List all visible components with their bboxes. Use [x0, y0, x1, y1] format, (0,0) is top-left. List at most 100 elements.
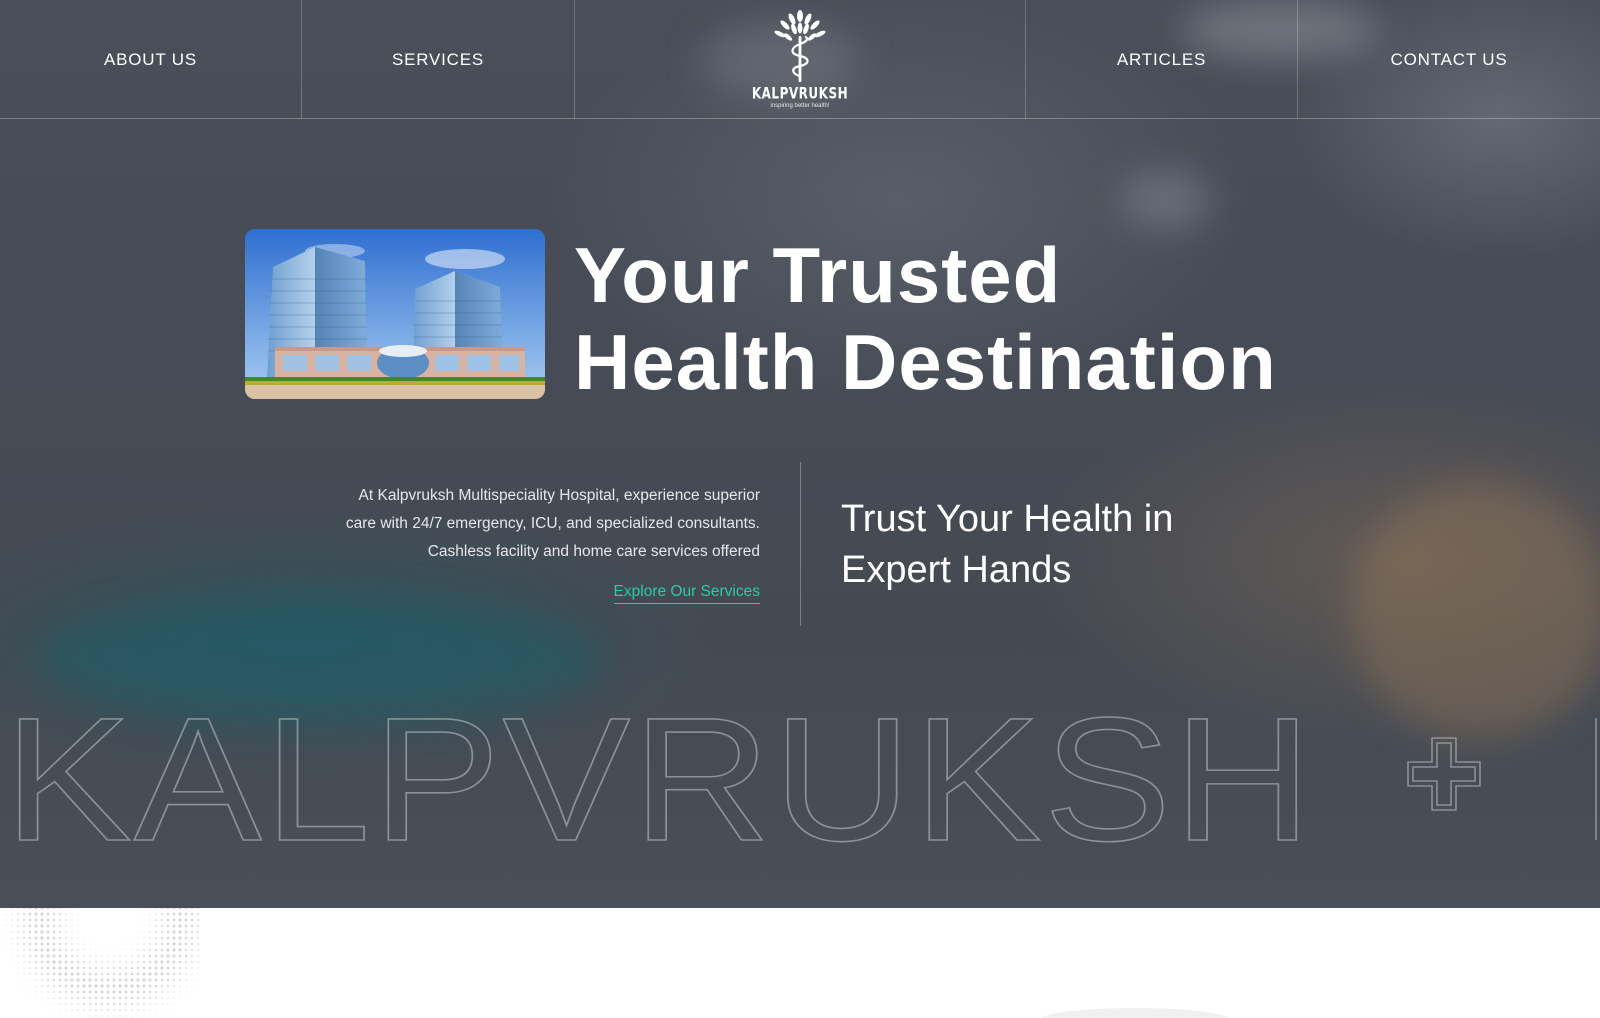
decorative-dot	[118, 972, 122, 976]
decorative-dot	[47, 985, 49, 987]
decorative-dot	[185, 985, 187, 987]
decorative-dot	[29, 973, 31, 975]
decorative-dot	[58, 954, 62, 958]
decorative-dot	[52, 918, 56, 922]
decorative-dot	[64, 966, 68, 970]
decorative-dot	[23, 937, 25, 939]
decorative-dot	[154, 948, 158, 952]
decorative-dot	[23, 961, 25, 963]
decorative-dot	[148, 960, 152, 964]
decorative-dot	[83, 949, 85, 951]
decorative-dot	[59, 925, 61, 927]
decorative-dot	[143, 949, 145, 951]
decorative-dot	[59, 991, 61, 993]
decorative-dot	[178, 936, 182, 940]
decorative-dot	[52, 924, 56, 928]
nav-cell-about: ABOUT US	[0, 0, 302, 119]
decorative-dot	[119, 961, 121, 963]
decorative-dot	[29, 985, 31, 987]
decorative-dot	[34, 908, 38, 910]
decorative-dot	[28, 936, 32, 940]
decorative-dot	[149, 1009, 151, 1011]
decorative-dot	[70, 990, 74, 994]
decorative-dot	[154, 990, 158, 994]
decorative-dot	[5, 931, 7, 933]
decorative-dot	[83, 943, 85, 945]
decorative-dot	[107, 1009, 109, 1011]
nav-cell-contact: CONTACT US	[1298, 0, 1600, 119]
hero-section: ABOUT US SERVICES KALPVRUKSH inspiring b…	[0, 0, 1600, 908]
decorative-dot	[71, 1003, 73, 1005]
decorative-dot	[28, 924, 32, 928]
decorative-dot	[52, 978, 56, 982]
decorative-dot	[191, 979, 193, 981]
decorative-dot	[23, 967, 25, 969]
decorative-dot	[23, 955, 25, 957]
decorative-dot	[131, 955, 133, 957]
explore-services-link[interactable]: Explore Our Services	[613, 583, 760, 604]
decorative-dot	[89, 961, 91, 963]
decorative-dot	[94, 984, 98, 988]
decorative-dot	[100, 978, 104, 982]
decorative-dot	[149, 1003, 151, 1005]
decorative-dot	[58, 960, 62, 964]
decorative-dot	[184, 912, 188, 916]
decorative-dot	[100, 984, 104, 988]
decorative-dot	[143, 955, 145, 957]
decorative-dot	[58, 984, 62, 988]
decorative-dot	[143, 1009, 145, 1011]
decorative-dot	[41, 985, 43, 987]
nav-link-services[interactable]: SERVICES	[392, 50, 484, 70]
decorative-dot	[184, 948, 188, 952]
decorative-dot	[41, 979, 43, 981]
decorative-dot	[142, 966, 146, 970]
decorative-dot	[137, 1015, 139, 1017]
decorative-dot	[112, 1002, 116, 1006]
decorative-dot	[59, 1003, 61, 1005]
decorative-dot	[58, 936, 62, 940]
decorative-dot	[173, 1003, 175, 1005]
decorative-dot	[155, 931, 157, 933]
decorative-dot	[40, 936, 44, 940]
decorative-dot	[77, 1003, 79, 1005]
dotted-pattern-decoration	[5, 908, 1229, 1018]
decorative-dot	[77, 919, 79, 921]
decorative-dot	[148, 978, 152, 982]
decorative-dot	[17, 931, 19, 933]
decorative-dot	[197, 931, 199, 933]
decorative-dot	[52, 908, 56, 910]
logo[interactable]: KALPVRUKSH inspiring better health!	[752, 10, 848, 109]
decorative-dot	[29, 967, 31, 969]
decorative-dot	[89, 1015, 91, 1017]
decorative-dot	[95, 961, 97, 963]
decorative-dot	[166, 978, 170, 982]
decorative-dot	[130, 996, 134, 1000]
decorative-dot	[46, 936, 50, 940]
decorative-dot	[124, 1002, 128, 1006]
decorative-dot	[89, 1003, 91, 1005]
top-navigation: ABOUT US SERVICES KALPVRUKSH inspiring b…	[0, 0, 1600, 119]
decorative-dot	[70, 978, 74, 982]
hero-description-line-3: Cashless facility and home care services…	[427, 543, 760, 560]
decorative-dot	[131, 1003, 133, 1005]
decorative-dot	[101, 955, 103, 957]
decorative-dot	[143, 931, 145, 933]
decorative-dot	[173, 979, 175, 981]
nav-link-contact-us[interactable]: CONTACT US	[1391, 50, 1508, 70]
decorative-dot	[197, 961, 199, 963]
decorative-dot	[190, 912, 194, 916]
decorative-dot	[149, 997, 151, 999]
watermark-text: KALPVRUKSH	[4, 700, 1314, 850]
nav-link-articles[interactable]: ARTICLES	[1117, 50, 1206, 70]
decorative-dot	[197, 919, 199, 921]
decorative-dot	[172, 948, 176, 952]
decorative-dot	[5, 925, 7, 927]
decorative-dot	[29, 991, 31, 993]
decorative-dot	[53, 997, 55, 999]
decorative-dot	[118, 996, 122, 1000]
decorative-dot	[113, 1009, 115, 1011]
nav-link-about-us[interactable]: ABOUT US	[104, 50, 197, 70]
decorative-dot	[137, 937, 139, 939]
decorative-dot	[178, 924, 182, 928]
decorative-dot	[107, 1015, 109, 1017]
